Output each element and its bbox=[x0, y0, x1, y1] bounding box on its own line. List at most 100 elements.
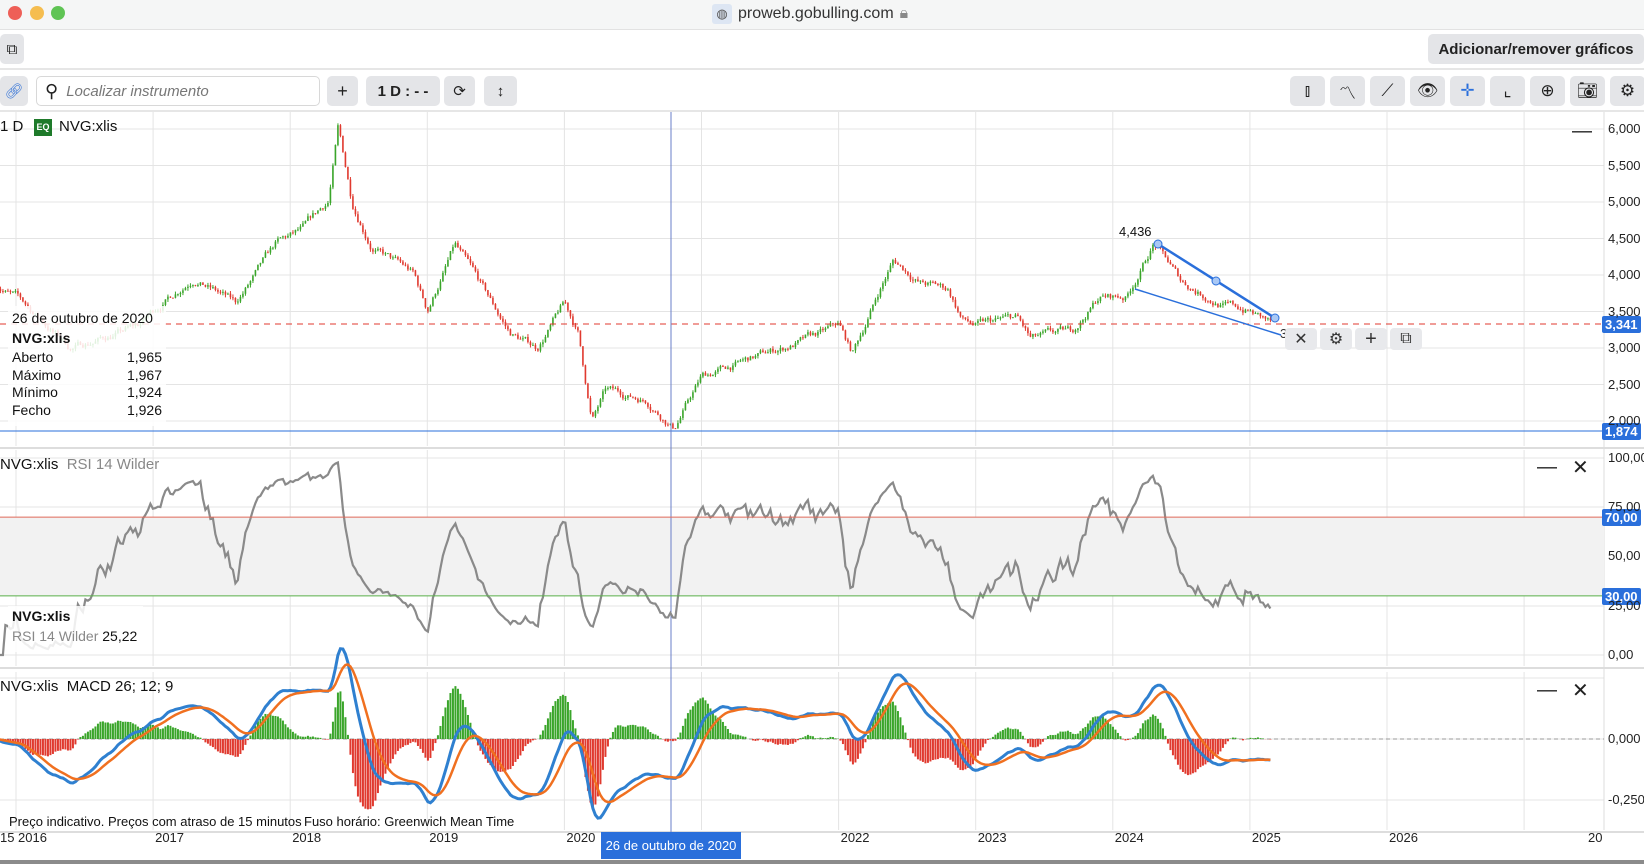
add-remove-charts-button[interactable]: Adicionar/remover gráficos bbox=[1428, 34, 1644, 64]
macd-histogram-bar bbox=[1219, 739, 1222, 752]
candle bbox=[742, 359, 744, 361]
candle bbox=[802, 337, 804, 339]
candle bbox=[582, 346, 584, 366]
candle bbox=[242, 293, 244, 297]
candle bbox=[1077, 328, 1079, 331]
candle bbox=[922, 280, 924, 283]
legend-label: Fecho bbox=[12, 401, 51, 418]
close-rsi-pane-icon[interactable]: ✕ bbox=[1572, 455, 1589, 480]
macd-histogram-bar bbox=[944, 739, 947, 759]
candle bbox=[994, 318, 997, 321]
macd-histogram-bar bbox=[214, 739, 217, 750]
candle bbox=[334, 144, 337, 166]
link-icon[interactable]: 🔗︎ bbox=[0, 76, 28, 106]
candle bbox=[1069, 326, 1072, 331]
collapse-icon[interactable]: ⧉ bbox=[0, 34, 24, 64]
lock-icon: 🔒︎ bbox=[899, 5, 909, 22]
macd-histogram-bar bbox=[1174, 739, 1177, 760]
macd-histogram-bar bbox=[531, 739, 534, 741]
macd-histogram-bar bbox=[1111, 726, 1114, 739]
zoom-in-icon[interactable]: ⊕ bbox=[1530, 76, 1565, 106]
candle bbox=[544, 336, 547, 343]
macd-histogram-bar bbox=[76, 739, 79, 740]
minimize-rsi-pane-icon[interactable]: — bbox=[1537, 456, 1557, 479]
macd-histogram-bar bbox=[819, 737, 822, 739]
maximize-window-button[interactable] bbox=[51, 6, 65, 20]
candle bbox=[852, 350, 854, 352]
macd-histogram-bar bbox=[394, 739, 397, 755]
macd-histogram-bar bbox=[1016, 729, 1019, 739]
close-macd-pane-icon[interactable]: ✕ bbox=[1572, 678, 1589, 703]
candle bbox=[279, 237, 282, 239]
macd-histogram-bar bbox=[326, 739, 329, 740]
candlestick-icon[interactable]: ⫾ bbox=[1290, 76, 1325, 106]
rsi-legend-value: 25,22 bbox=[102, 628, 138, 644]
candle bbox=[714, 371, 717, 375]
candle bbox=[177, 294, 179, 296]
draw-line-icon[interactable]: ⟋ bbox=[1370, 76, 1405, 106]
add-button[interactable]: + bbox=[327, 76, 358, 106]
minimize-macd-pane-icon[interactable]: — bbox=[1537, 679, 1557, 702]
macd-histogram-bar bbox=[289, 729, 292, 739]
curve-icon[interactable]: ⌞ bbox=[1490, 76, 1525, 106]
interval-button[interactable]: 1 D : - - bbox=[366, 76, 440, 106]
candle bbox=[492, 297, 494, 304]
candle bbox=[1177, 268, 1179, 277]
macd-histogram-bar bbox=[284, 724, 287, 739]
copy-drawing-icon[interactable]: ⧉ bbox=[1390, 328, 1422, 350]
close-window-button[interactable] bbox=[8, 6, 22, 20]
candle bbox=[472, 262, 474, 267]
eye-icon[interactable]: 👁︎ bbox=[1410, 76, 1445, 106]
candle bbox=[807, 332, 809, 335]
address-bar[interactable]: ◍ proweb.gobulling.com 🔒︎ bbox=[712, 4, 908, 24]
macd-histogram-bar bbox=[521, 739, 524, 752]
macd-histogram-bar bbox=[509, 739, 512, 770]
candle bbox=[739, 360, 742, 362]
candle bbox=[639, 399, 642, 403]
candle bbox=[699, 376, 702, 383]
candle bbox=[247, 284, 249, 288]
macd-histogram-bar bbox=[644, 727, 647, 739]
macd-histogram-bar bbox=[39, 739, 42, 755]
macd-histogram-bar bbox=[741, 736, 744, 739]
candle bbox=[924, 282, 927, 285]
candle bbox=[174, 294, 177, 298]
camera-icon[interactable]: 📷︎ bbox=[1570, 76, 1605, 106]
legend-date: 26 de outubro de 2020 bbox=[12, 310, 153, 326]
add-drawing-icon[interactable]: + bbox=[1355, 328, 1387, 350]
chart-canvas[interactable] bbox=[0, 112, 1644, 864]
candle bbox=[599, 399, 602, 407]
crosshair-icon[interactable]: ✛ bbox=[1450, 76, 1485, 106]
macd-histogram-bar bbox=[99, 721, 102, 739]
candle bbox=[444, 266, 447, 273]
refresh-icon[interactable]: ⟳ bbox=[444, 76, 475, 106]
instrument-search-input[interactable]: ⚲ Localizar instrumento bbox=[36, 76, 320, 106]
macd-histogram-bar bbox=[1019, 731, 1022, 739]
candle bbox=[1064, 328, 1067, 330]
candle bbox=[502, 318, 504, 322]
globe-icon: ◍ bbox=[712, 4, 732, 24]
candle bbox=[324, 206, 327, 209]
minimize-pane-icon[interactable]: — bbox=[1572, 120, 1592, 143]
macd-histogram-bar bbox=[1001, 729, 1004, 739]
candle bbox=[667, 424, 669, 426]
candle bbox=[497, 309, 499, 315]
candle bbox=[172, 297, 174, 299]
candle bbox=[747, 357, 749, 361]
settings-icon[interactable]: ⚙ bbox=[1610, 76, 1644, 106]
macd-histogram-bar bbox=[926, 739, 929, 763]
candle bbox=[709, 374, 712, 377]
bottom-scrollbar[interactable] bbox=[0, 860, 1644, 864]
candle bbox=[532, 344, 534, 346]
macd-histogram-bar bbox=[44, 739, 47, 756]
macd-histogram-bar bbox=[1029, 739, 1032, 747]
rsi-legend-indicator: RSI 14 Wilder bbox=[12, 628, 99, 644]
delete-drawing-icon[interactable]: ✕ bbox=[1285, 328, 1317, 350]
resize-vertical-icon[interactable]: ↕ bbox=[484, 76, 517, 106]
macd-histogram-bar bbox=[296, 735, 299, 739]
drawing-settings-icon[interactable]: ⚙ bbox=[1320, 328, 1352, 350]
minimize-window-button[interactable] bbox=[30, 6, 44, 20]
macd-histogram-bar bbox=[386, 739, 389, 768]
indicators-icon[interactable]: 〽 bbox=[1330, 76, 1365, 106]
candle bbox=[817, 331, 819, 336]
